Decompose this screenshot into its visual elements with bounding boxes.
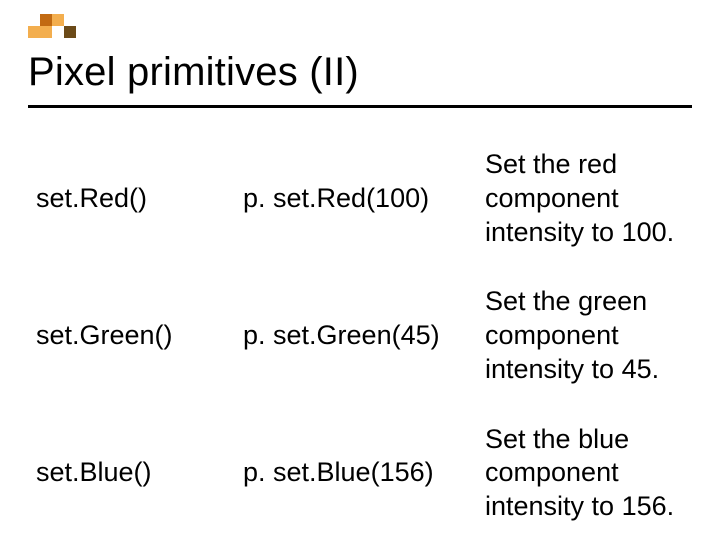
table-row: set.Blue() p. set.Blue(156) Set the blue… (30, 405, 700, 540)
method-description: Set the green component intensity to 45. (479, 267, 700, 404)
method-example: p. set.Red(100) (237, 130, 479, 267)
square-icon (28, 26, 40, 38)
table-row: set.Red() p. set.Red(100) Set the red co… (30, 130, 700, 267)
table-row: set.Green() p. set.Green(45) Set the gre… (30, 267, 700, 404)
decorative-squares (28, 14, 88, 44)
method-example: p. set.Blue(156) (237, 405, 479, 540)
page-title: Pixel primitives (II) (28, 50, 692, 95)
method-description: Set the red component intensity to 100. (479, 130, 700, 267)
title-area: Pixel primitives (II) (28, 50, 692, 108)
square-icon (52, 14, 64, 26)
method-name: set.Green() (30, 267, 237, 404)
method-name: set.Blue() (30, 405, 237, 540)
content: set.Red() p. set.Red(100) Set the red co… (30, 130, 700, 540)
method-name: set.Red() (30, 130, 237, 267)
square-icon (40, 14, 52, 26)
methods-table: set.Red() p. set.Red(100) Set the red co… (30, 130, 700, 540)
slide: Pixel primitives (II) set.Red() p. set.R… (0, 0, 720, 540)
square-icon (40, 26, 52, 38)
square-icon (64, 26, 76, 38)
method-example: p. set.Green(45) (237, 267, 479, 404)
method-description: Set the blue component intensity to 156. (479, 405, 700, 540)
